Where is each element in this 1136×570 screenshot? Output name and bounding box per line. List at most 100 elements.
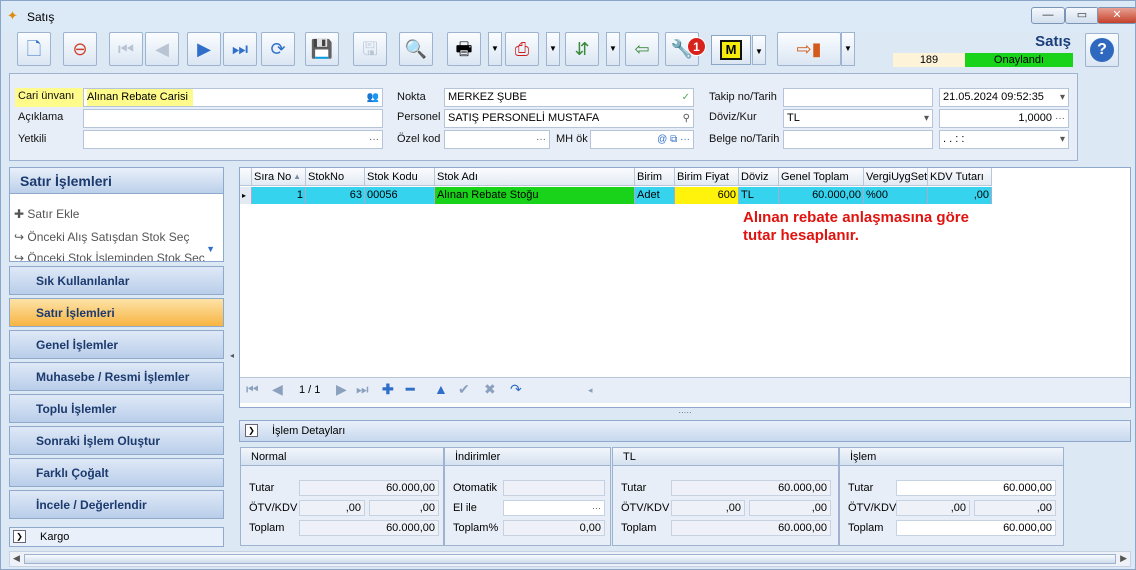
tl-otv[interactable]: ,00 <box>671 500 745 516</box>
first-record-icon[interactable]: ⏮ <box>109 32 143 66</box>
exit-dropdown-icon[interactable]: ▼ <box>841 32 855 66</box>
mh-ok-field[interactable]: @ ⧉ ··· <box>590 130 694 149</box>
people-icon[interactable]: 👥 <box>367 89 379 106</box>
normal-tutar[interactable]: 60.000,00 <box>299 480 439 496</box>
personel-field[interactable]: SATIŞ PERSONELİ MUSTAFA ⚲ <box>444 109 694 128</box>
row-indicator-icon[interactable]: ▸ <box>240 187 252 204</box>
chevron-down-icon[interactable]: ❯ <box>13 530 26 543</box>
export-icon[interactable]: ⇵ <box>565 32 599 66</box>
col-header-vergi[interactable]: VergiUygSet <box>864 168 928 186</box>
previous-record-icon[interactable]: ◀ <box>145 32 179 66</box>
col-header-birim-fiyat[interactable]: Birim Fiyat <box>675 168 739 186</box>
col-header-birim[interactable]: Birim <box>635 168 675 186</box>
m-button[interactable]: M <box>711 35 751 65</box>
tl-kdv[interactable]: ,00 <box>749 500 831 516</box>
normal-kdv[interactable]: ,00 <box>369 500 439 516</box>
takip-date-field[interactable]: 21.05.2024 09:52:35 ▾ <box>939 88 1069 107</box>
genel-islemler-button[interactable]: Genel İşlemler <box>9 330 224 359</box>
satir-islemleri-button[interactable]: Satır İşlemleri <box>9 298 224 327</box>
normal-toplam[interactable]: 60.000,00 <box>299 520 439 536</box>
remove-row-icon[interactable]: ━ <box>406 381 414 398</box>
print-dropdown-icon[interactable]: ▼ <box>488 32 502 66</box>
ozel-kod-field[interactable]: ··· <box>444 130 550 149</box>
toplu-islemler-button[interactable]: Toplu İşlemler <box>9 394 224 423</box>
scroll-down-icon[interactable]: ▼ <box>206 244 215 254</box>
aciklama-field[interactable] <box>83 109 383 128</box>
m-dropdown-icon[interactable]: ▼ <box>752 35 766 65</box>
scroll-right-icon[interactable]: ▶ <box>1120 553 1127 564</box>
farkli-cogalt-button[interactable]: Farklı Çoğalt <box>9 458 224 487</box>
cell-doviz[interactable]: TL <box>739 187 779 204</box>
pdf-icon[interactable]: ⎙ <box>505 32 539 66</box>
ellipsis-icon[interactable]: ··· <box>592 503 601 513</box>
incele-button[interactable]: İncele / Değerlendir <box>9 490 224 519</box>
tl-toplam[interactable]: 60.000,00 <box>671 520 831 536</box>
ellipsis-icon[interactable]: ··· <box>536 131 546 148</box>
nokta-field[interactable]: MERKEZ ŞUBE ✓ <box>444 88 694 107</box>
collapse-arrow-icon[interactable]: ◂ <box>230 351 234 360</box>
col-header-sira[interactable]: Sıra No ▲ <box>252 168 306 186</box>
kur-field[interactable]: 1,0000 ··· <box>939 109 1069 128</box>
col-header-stok-adi[interactable]: Stok Adı <box>435 168 635 186</box>
islem-toplam[interactable]: 60.000,00 <box>896 520 1056 536</box>
import-icon[interactable]: ⇦ <box>625 32 659 66</box>
islem-otv[interactable]: ,00 <box>896 500 970 516</box>
refresh-icon[interactable]: ⟳ <box>261 32 295 66</box>
kargo-bar[interactable]: ❯ Kargo <box>9 527 224 547</box>
chevron-down-icon[interactable]: ▾ <box>1060 131 1065 148</box>
muhasebe-button[interactable]: Muhasebe / Resmi İşlemler <box>9 362 224 391</box>
belge-field[interactable] <box>783 130 933 149</box>
col-header-doviz[interactable]: Döviz <box>739 168 779 186</box>
cell-stok-adi[interactable]: Alınan Rebate Stoğu <box>435 187 635 204</box>
scroll-left-icon[interactable]: ◂ <box>588 385 593 396</box>
new-document-icon[interactable]: 🗋 <box>17 32 51 66</box>
elile-field[interactable]: ··· <box>503 500 605 516</box>
islem-kdv[interactable]: ,00 <box>974 500 1056 516</box>
onceki-alis-link[interactable]: ↪ Önceki Alış Satışdan Stok Seç <box>14 230 189 244</box>
person-search-icon[interactable]: ⚲ <box>683 110 690 127</box>
preview-icon[interactable]: 🔍 <box>399 32 433 66</box>
col-header-genel-toplam[interactable]: Genel Toplam <box>779 168 864 186</box>
cell-kdv[interactable]: ,00 <box>928 187 992 204</box>
scroll-left-icon[interactable]: ◀ <box>13 553 20 564</box>
yetkili-field[interactable]: ··· <box>83 130 383 149</box>
belge-date-field[interactable]: . . : : ▾ <box>939 130 1069 149</box>
tl-tutar[interactable]: 60.000,00 <box>671 480 831 496</box>
email-icon[interactable]: @ ⧉ ··· <box>657 131 690 148</box>
chevron-down-icon[interactable]: ▾ <box>924 110 929 127</box>
cell-genel-toplam[interactable]: 60.000,00 <box>779 187 864 204</box>
onceki-stok-link[interactable]: ↪ Önceki Stok İşleminden Stok Seç <box>14 251 205 261</box>
ellipsis-icon[interactable]: ··· <box>369 131 379 148</box>
cari-field[interactable]: Alınan Rebate Carisi 👥 <box>83 88 383 107</box>
cell-vergi[interactable]: %00 <box>864 187 928 204</box>
col-header-stok-kodu[interactable]: Stok Kodu <box>365 168 435 186</box>
cell-birim[interactable]: Adet <box>635 187 675 204</box>
last-record-icon[interactable]: ⏭ <box>223 32 257 66</box>
ellipsis-icon[interactable]: ··· <box>1055 110 1065 127</box>
col-header-stokno[interactable]: StokNo <box>306 168 365 186</box>
confirm-icon[interactable]: ✔ <box>458 381 470 398</box>
splitter[interactable]: ····· <box>239 409 1131 418</box>
indirim-toplam[interactable]: 0,00 <box>503 520 605 536</box>
save-icon[interactable]: 💾 <box>305 32 339 66</box>
pdf-dropdown-icon[interactable]: ▼ <box>546 32 560 66</box>
last-page-icon[interactable]: ⏭ <box>356 381 369 398</box>
next-page-icon[interactable]: ▶ <box>336 381 347 398</box>
print-icon[interactable]: 🖶 <box>447 32 481 66</box>
move-up-icon[interactable]: ▲ <box>434 381 448 397</box>
satir-ekle-link[interactable]: ✚ Satır Ekle <box>14 207 79 221</box>
sik-kullanilanlar-button[interactable]: Sık Kullanılanlar <box>9 266 224 295</box>
prev-page-icon[interactable]: ◀ <box>272 381 283 398</box>
cancel-icon[interactable]: ✖ <box>484 381 496 398</box>
delete-document-icon[interactable]: ⊖ <box>63 32 97 66</box>
close-button[interactable]: ✕ <box>1097 7 1136 24</box>
takip-field[interactable] <box>783 88 933 107</box>
scroll-thumb[interactable] <box>24 554 1116 564</box>
cell-stokno[interactable]: 63 <box>306 187 365 204</box>
cell-birim-fiyat[interactable]: 600 <box>675 187 739 204</box>
col-header-kdv[interactable]: KDV Tutarı <box>928 168 992 186</box>
next-record-icon[interactable]: ▶ <box>187 32 221 66</box>
sonraki-islem-button[interactable]: Sonraki İşlem Oluştur <box>9 426 224 455</box>
cell-stok-kodu[interactable]: 00056 <box>365 187 435 204</box>
islem-tutar[interactable]: 60.000,00 <box>896 480 1056 496</box>
